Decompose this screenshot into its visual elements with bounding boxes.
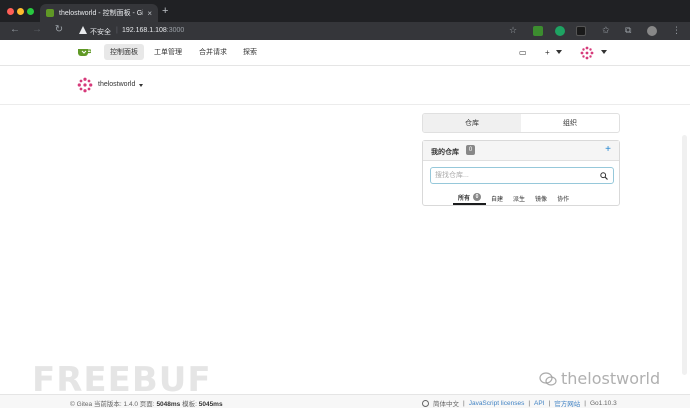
- url-separator: |: [116, 27, 118, 34]
- browser-tabbar: thelostworld - 控制面板 - Gitea × +: [0, 0, 690, 22]
- wechat-account-name: thelostworld: [561, 369, 661, 388]
- js-licenses-link[interactable]: JavaScript licenses: [469, 400, 525, 407]
- back-arrow-icon[interactable]: ←: [8, 24, 22, 35]
- reload-icon[interactable]: ↻: [52, 24, 66, 35]
- filter-mirrors[interactable]: 镜像: [530, 191, 552, 205]
- create-new-button[interactable]: +: [545, 48, 550, 57]
- chevron-down-icon[interactable]: [556, 50, 562, 54]
- notifications-icon[interactable]: ▭: [519, 48, 527, 57]
- filter-all-count: 0: [473, 193, 482, 201]
- footer-sep: |: [528, 399, 531, 407]
- repo-panel-title: 我的仓库: [431, 149, 459, 156]
- filter-collaborative[interactable]: 协作: [552, 191, 574, 205]
- minimize-window-button[interactable]: [17, 8, 24, 15]
- footer-version-info: © Gitea 当前版本: 1.4.0 页面: 5048ms 模板: 5045m…: [70, 398, 223, 408]
- footer-sep: |: [463, 399, 465, 407]
- nav-explore[interactable]: 探索: [243, 47, 257, 57]
- new-tab-button[interactable]: +: [162, 5, 168, 17]
- extension-icon[interactable]: [533, 26, 543, 36]
- wechat-logo-icon: [539, 371, 557, 386]
- filter-sources[interactable]: 自建: [486, 191, 508, 205]
- browser-tab[interactable]: thelostworld - 控制面板 - Gitea ×: [40, 4, 158, 22]
- forward-arrow-icon[interactable]: →: [30, 24, 44, 35]
- profile-avatar-icon[interactable]: [647, 26, 657, 36]
- repo-count-badge: 0: [466, 145, 475, 155]
- search-icon[interactable]: [600, 172, 608, 180]
- footer-template-time: 5045ms: [198, 401, 223, 408]
- context-switcher-username[interactable]: thelostworld: [98, 81, 135, 88]
- wechat-watermark: thelostworld: [539, 369, 660, 388]
- insecure-label[interactable]: 不安全: [90, 27, 111, 37]
- filter-all-label: 所有: [458, 195, 471, 202]
- extension-dark-icon[interactable]: [576, 26, 586, 36]
- globe-icon: [422, 399, 429, 407]
- maximize-window-button[interactable]: [27, 8, 34, 15]
- nav-pull-requests[interactable]: 合并请求: [199, 47, 227, 57]
- tab-title: thelostworld - 控制面板 - Gitea: [59, 10, 144, 17]
- footer-sep: |: [584, 399, 586, 407]
- close-window-button[interactable]: [7, 8, 14, 15]
- user-menu-chevron-icon[interactable]: [601, 50, 607, 54]
- official-site-link[interactable]: 官方网站: [554, 398, 580, 408]
- filter-all[interactable]: 所有 0: [453, 191, 487, 205]
- gitea-logo-icon[interactable]: [77, 47, 91, 58]
- repo-search-box: [430, 167, 614, 184]
- tab-search-icon[interactable]: ⧉: [625, 25, 631, 36]
- browser-toolbar: ← → ↻ 不安全 | 192.168.1.108:3000 ☆ ✩ ⧉ ⋮: [0, 22, 690, 40]
- dashboard-context-header: thelostworld: [0, 67, 690, 105]
- go-version: Go1.10.3: [589, 399, 617, 407]
- page-footer: © Gitea 当前版本: 1.4.0 页面: 5048ms 模板: 5045m…: [0, 394, 690, 408]
- footer-version-text: © Gitea 当前版本: 1.4.0 页面:: [70, 401, 157, 408]
- page-scrollbar[interactable]: [682, 135, 687, 375]
- reading-list-icon[interactable]: ✩: [602, 25, 610, 36]
- nav-issues[interactable]: 工单管理: [154, 47, 182, 57]
- api-link[interactable]: API: [534, 400, 544, 407]
- footer-sep: |: [548, 399, 551, 407]
- tab-organizations[interactable]: 组织: [521, 114, 619, 132]
- footer-template-label: 模板:: [180, 401, 199, 408]
- more-menu-icon[interactable]: ⋮: [672, 25, 681, 36]
- context-avatar-icon: [77, 77, 93, 93]
- repo-filter-tabs: 所有 0 自建 派生 镜像 协作: [453, 191, 574, 205]
- repo-panel-header: 我的仓库 0 +: [423, 141, 619, 161]
- gitea-navbar: 控制面板 工单管理 合并请求 探索 ▭ +: [0, 40, 690, 66]
- gitea-favicon-icon: [46, 9, 54, 17]
- address-bar[interactable]: 192.168.1.108:3000: [122, 27, 184, 34]
- warning-icon[interactable]: [79, 26, 87, 34]
- footer-page-time: 5048ms: [156, 401, 181, 408]
- url-port: :3000: [166, 27, 185, 34]
- add-repo-button[interactable]: +: [605, 144, 611, 155]
- repo-org-switch: 仓库 组织: [422, 113, 620, 133]
- context-chevron-down-icon[interactable]: [139, 84, 143, 87]
- filter-forks[interactable]: 派生: [508, 191, 530, 205]
- my-repositories-panel: 我的仓库 0 + 所有0 自建 派生 镜像 协作: [422, 140, 620, 206]
- user-avatar-icon[interactable]: [580, 46, 594, 60]
- extension-shield-icon[interactable]: [555, 26, 565, 36]
- language-selector[interactable]: 简体中文: [433, 398, 459, 408]
- repo-search-input[interactable]: [435, 168, 595, 183]
- tab-repositories[interactable]: 仓库: [423, 114, 521, 132]
- footer-links: 简体中文 | JavaScript licenses | API | 官方网站 …: [422, 398, 617, 408]
- url-host: 192.168.1.108: [122, 27, 167, 34]
- bookmark-star-icon[interactable]: ☆: [509, 25, 517, 36]
- tab-close-icon[interactable]: ×: [147, 9, 152, 18]
- nav-dashboard[interactable]: 控制面板: [104, 44, 144, 60]
